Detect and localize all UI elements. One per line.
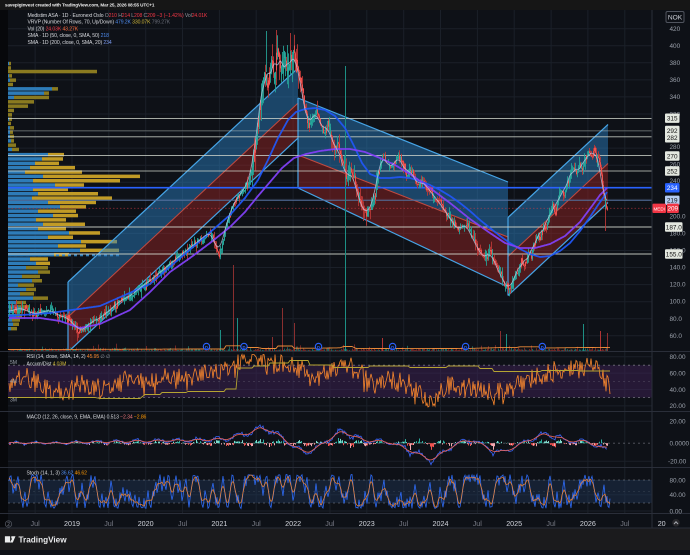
svg-text:NOK: NOK bbox=[668, 15, 683, 22]
svg-text:Jul: Jul bbox=[473, 519, 483, 528]
svg-text:Vol (20) 24.03K 43.27K: Vol (20) 24.03K 43.27K bbox=[28, 26, 79, 32]
svg-text:2022: 2022 bbox=[285, 519, 301, 528]
svg-text:0.0000: 0.0000 bbox=[670, 441, 690, 448]
svg-text:Jul: Jul bbox=[30, 519, 40, 528]
svg-text:20.00: 20.00 bbox=[670, 403, 686, 410]
svg-text:Jul: Jul bbox=[252, 519, 262, 528]
svg-text:SMA · 1D (50, close, 0, SMA, 5: SMA · 1D (50, close, 0, SMA, 50) 218 bbox=[28, 33, 110, 39]
svg-text:0.00: 0.00 bbox=[670, 508, 683, 515]
svg-text:60.0: 60.0 bbox=[670, 333, 683, 340]
svg-text:-20.00: -20.00 bbox=[668, 459, 687, 466]
svg-text:MACD (12, 26, close, 9, EMA, E: MACD (12, 26, close, 9, EMA, EMA) 0.513 … bbox=[27, 415, 147, 421]
svg-text:savepiginvest created with Tra: savepiginvest created with TradingView.c… bbox=[5, 3, 155, 8]
svg-text:Jul: Jul bbox=[620, 519, 630, 528]
svg-text:Medistim ASA · 1D · Euronext O: Medistim ASA · 1D · Euronext Oslo O210 H… bbox=[28, 13, 208, 19]
svg-text:380: 380 bbox=[670, 60, 681, 67]
svg-text:2023: 2023 bbox=[359, 519, 375, 528]
svg-text:340: 340 bbox=[670, 94, 681, 101]
svg-text:100.0: 100.0 bbox=[670, 299, 686, 306]
svg-text:Stoch (14, 1, 3) 36.62 46.62: Stoch (14, 1, 3) 36.62 46.62 bbox=[27, 471, 88, 477]
svg-text:40.00: 40.00 bbox=[670, 387, 686, 394]
svg-text:40.00: 40.00 bbox=[670, 492, 686, 499]
svg-text:155.0: 155.0 bbox=[666, 251, 682, 258]
svg-text:219: 219 bbox=[667, 198, 678, 205]
svg-text:VRVP (Number Of Rows, 70, Up/D: VRVP (Number Of Rows, 70, Up/Down) 479.2… bbox=[28, 20, 171, 26]
svg-text:60.00: 60.00 bbox=[670, 370, 686, 377]
svg-text:Jul: Jul bbox=[104, 519, 114, 528]
svg-text:2019: 2019 bbox=[64, 519, 80, 528]
svg-text:Jul: Jul bbox=[325, 519, 335, 528]
svg-text:Jul: Jul bbox=[399, 519, 409, 528]
svg-text:209: 209 bbox=[667, 206, 678, 213]
svg-text:120.0: 120.0 bbox=[670, 282, 686, 289]
svg-text:D: D bbox=[541, 345, 544, 350]
svg-text:2026: 2026 bbox=[580, 519, 596, 528]
svg-text:80.0: 80.0 bbox=[670, 316, 683, 323]
svg-text:187.0: 187.0 bbox=[666, 224, 682, 231]
svg-text:234: 234 bbox=[667, 185, 678, 192]
svg-text:2025: 2025 bbox=[506, 519, 522, 528]
svg-text:20.00: 20.00 bbox=[670, 419, 686, 426]
svg-text:Accum/Dist 4.03M: Accum/Dist 4.03M bbox=[27, 361, 67, 367]
svg-text:80.00: 80.00 bbox=[670, 354, 686, 361]
svg-text:3M: 3M bbox=[10, 398, 17, 404]
svg-text:Jul: Jul bbox=[546, 519, 556, 528]
svg-text:4M: 4M bbox=[10, 379, 17, 385]
svg-text:420: 420 bbox=[670, 26, 681, 33]
svg-text:D: D bbox=[464, 345, 467, 350]
svg-text:5M: 5M bbox=[10, 360, 17, 366]
svg-text:2: 2 bbox=[7, 522, 10, 528]
svg-text:SMA · 1D (200, close, 0, SMA,: SMA · 1D (200, close, 0, SMA, 20) 234 bbox=[28, 40, 112, 46]
svg-text:252: 252 bbox=[667, 168, 678, 175]
svg-text:400: 400 bbox=[670, 43, 681, 50]
svg-text:TradingView: TradingView bbox=[19, 536, 68, 545]
svg-text:80.00: 80.00 bbox=[670, 478, 686, 485]
svg-text:MEDI: MEDI bbox=[653, 207, 664, 212]
svg-text:280: 280 bbox=[670, 144, 681, 151]
svg-text:D: D bbox=[205, 345, 208, 350]
svg-text:D: D bbox=[391, 345, 394, 350]
svg-text:D: D bbox=[317, 345, 320, 350]
svg-text:282: 282 bbox=[667, 135, 678, 142]
svg-text:D: D bbox=[242, 345, 245, 350]
svg-text:Jul: Jul bbox=[178, 519, 188, 528]
svg-text:RSI (14, close, SMA, 14, 2) 45: RSI (14, close, SMA, 14, 2) 45.95 ∅ ∅ bbox=[27, 354, 111, 360]
svg-text:270: 270 bbox=[667, 153, 678, 160]
svg-text:360: 360 bbox=[670, 77, 681, 84]
svg-text:2020: 2020 bbox=[138, 519, 154, 528]
svg-text:2021: 2021 bbox=[211, 519, 227, 528]
svg-text:20: 20 bbox=[658, 519, 666, 528]
svg-text:200.0: 200.0 bbox=[670, 214, 686, 221]
svg-text:315: 315 bbox=[667, 116, 678, 123]
svg-text:140.0: 140.0 bbox=[670, 265, 686, 272]
svg-text:2024: 2024 bbox=[433, 519, 449, 528]
